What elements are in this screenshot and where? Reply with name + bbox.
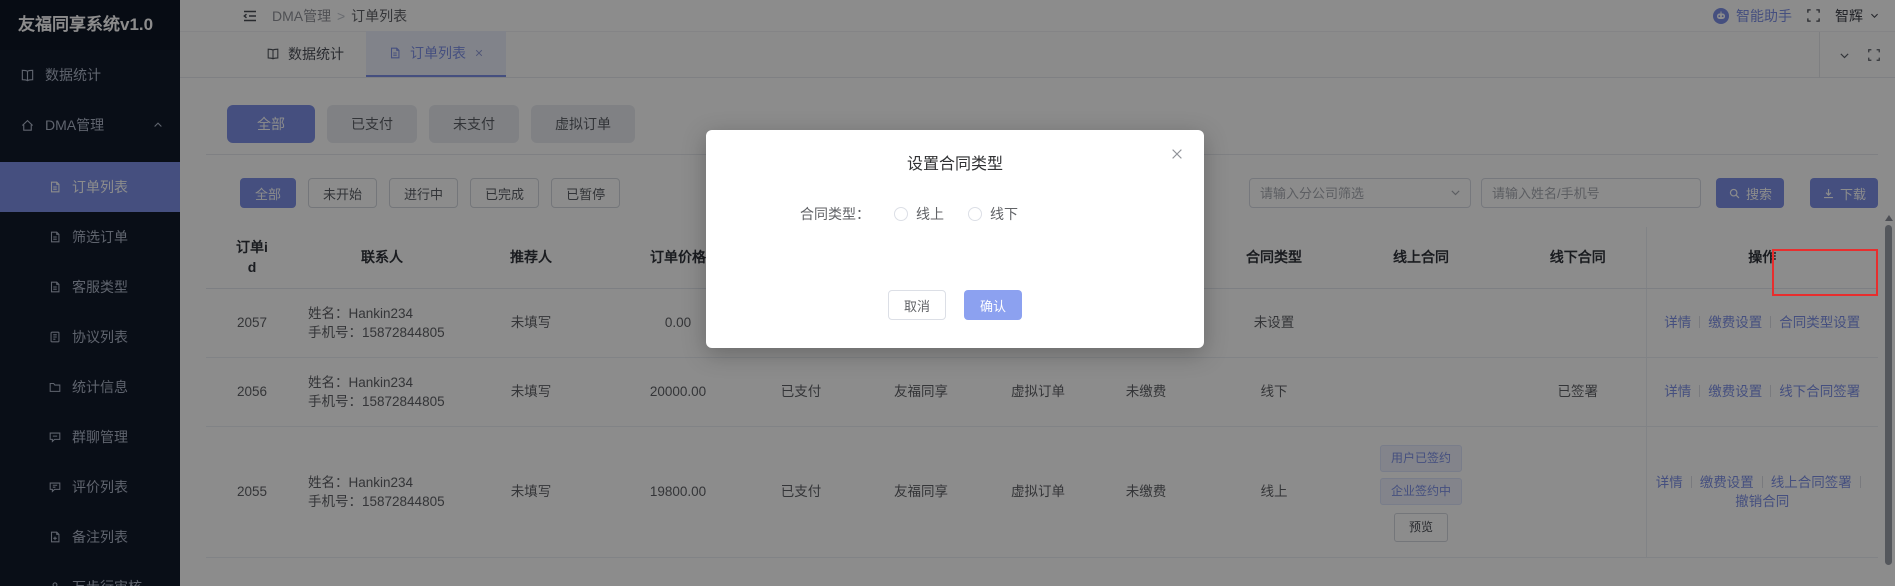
close-icon[interactable]: [1170, 147, 1184, 161]
confirm-button[interactable]: 确认: [964, 290, 1022, 320]
contract-type-field-label: 合同类型：: [800, 204, 870, 224]
radio-offline-label: 线下: [990, 204, 1018, 224]
radio-circle-icon: [968, 207, 982, 221]
dialog-footer: 取消 确认: [706, 290, 1204, 320]
radio-circle-icon: [894, 207, 908, 221]
cancel-button[interactable]: 取消: [888, 290, 946, 320]
dialog-title: 设置合同类型: [706, 130, 1204, 174]
radio-online[interactable]: 线上: [894, 204, 944, 224]
dialog-body: 合同类型： 线上 线下: [706, 204, 1204, 224]
red-highlight-box: [1772, 249, 1878, 296]
radio-online-label: 线上: [916, 204, 944, 224]
app-window: 友福同享系统v1.0 数据统计 DMA管理 订单列表 筛选订单: [0, 0, 1895, 586]
set-contract-type-dialog: 设置合同类型 合同类型： 线上 线下 取消 确认: [706, 130, 1204, 348]
radio-offline[interactable]: 线下: [968, 204, 1018, 224]
